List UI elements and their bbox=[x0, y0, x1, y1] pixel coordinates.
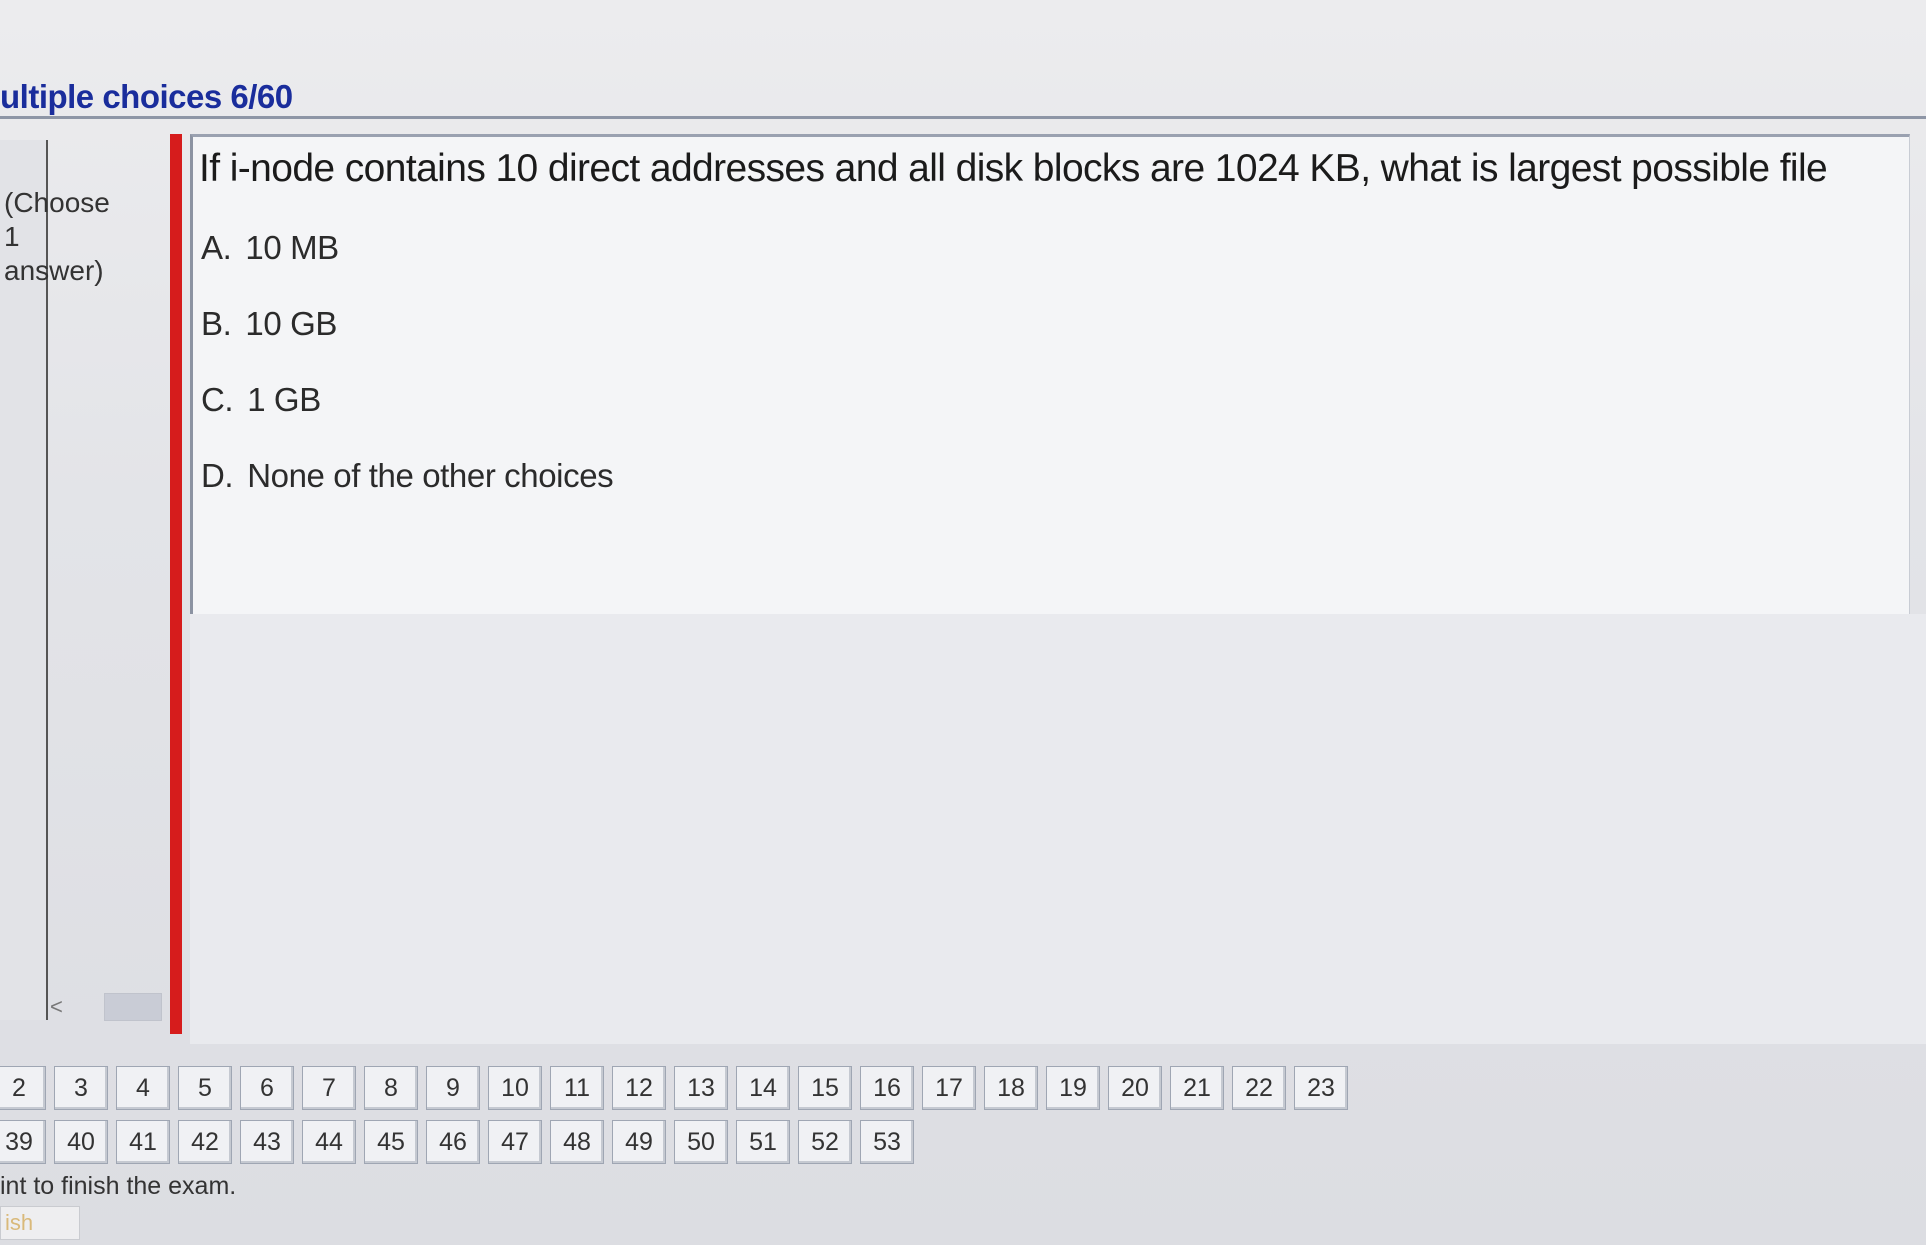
question-nav-button[interactable]: 8 bbox=[364, 1066, 418, 1110]
hint-line-2: 1 bbox=[4, 221, 20, 252]
question-nav-button[interactable]: 5 bbox=[178, 1066, 232, 1110]
question-nav-button[interactable]: 41 bbox=[116, 1120, 170, 1164]
choice-c[interactable]: C. 1 GB bbox=[201, 381, 321, 419]
question-nav-button[interactable]: 40 bbox=[54, 1120, 108, 1164]
choice-label: 10 MB bbox=[245, 229, 339, 266]
choice-letter: D. bbox=[201, 457, 234, 494]
question-nav-button[interactable]: 6 bbox=[240, 1066, 294, 1110]
question-nav-button[interactable]: 52 bbox=[798, 1120, 852, 1164]
title-divider bbox=[0, 116, 1926, 119]
choice-letter: C. bbox=[201, 381, 234, 418]
choice-b[interactable]: B. 10 GB bbox=[201, 305, 337, 343]
question-nav-button[interactable]: 49 bbox=[612, 1120, 666, 1164]
choice-d[interactable]: D. None of the other choices bbox=[201, 457, 614, 495]
scroll-thumb[interactable] bbox=[103, 993, 162, 1021]
question-nav-button[interactable]: 17 bbox=[922, 1066, 976, 1110]
question-nav-button[interactable]: 4 bbox=[116, 1066, 170, 1110]
question-nav-button[interactable]: 12 bbox=[612, 1066, 666, 1110]
content-area bbox=[190, 614, 1926, 1044]
question-nav-button[interactable]: 7 bbox=[302, 1066, 356, 1110]
question-nav-button[interactable]: 15 bbox=[798, 1066, 852, 1110]
question-nav-button[interactable]: 11 bbox=[550, 1066, 604, 1110]
question-nav-button[interactable]: 48 bbox=[550, 1120, 604, 1164]
question-nav-button[interactable]: 19 bbox=[1046, 1066, 1100, 1110]
finish-message: int to finish the exam. bbox=[0, 1172, 237, 1200]
question-nav-button[interactable]: 14 bbox=[736, 1066, 790, 1110]
question-nav-button[interactable]: 45 bbox=[364, 1120, 418, 1164]
question-nav-button[interactable]: 16 bbox=[860, 1066, 914, 1110]
hint-line-3: answer) bbox=[4, 255, 104, 286]
question-nav-button[interactable]: 39 bbox=[0, 1120, 46, 1164]
choice-label: None of the other choices bbox=[247, 457, 614, 494]
hint-line-1: (Choose bbox=[4, 187, 110, 218]
answer-hint: (Choose 1 answer) bbox=[4, 186, 124, 288]
question-nav-button[interactable]: 18 bbox=[984, 1066, 1038, 1110]
question-nav-button[interactable]: 42 bbox=[178, 1120, 232, 1164]
choice-a[interactable]: A. 10 MB bbox=[201, 229, 339, 267]
section-title: ultiple choices 6/60 bbox=[0, 78, 293, 115]
question-nav-button[interactable]: 13 bbox=[674, 1066, 728, 1110]
question-nav-button[interactable]: 21 bbox=[1170, 1066, 1224, 1110]
question-marker-bar bbox=[170, 134, 182, 1034]
question-nav-button[interactable]: 43 bbox=[240, 1120, 294, 1164]
finish-button[interactable]: ish bbox=[0, 1206, 80, 1240]
question-nav-button[interactable]: 20 bbox=[1108, 1066, 1162, 1110]
question-nav-button[interactable]: 3 bbox=[54, 1066, 108, 1110]
question-nav-button[interactable]: 46 bbox=[426, 1120, 480, 1164]
question-nav-button[interactable]: 44 bbox=[302, 1120, 356, 1164]
question-nav-button[interactable]: 53 bbox=[860, 1120, 914, 1164]
choice-label: 1 GB bbox=[247, 381, 321, 418]
scroll-left-icon[interactable]: < bbox=[50, 994, 63, 1020]
question-nav-button[interactable]: 10 bbox=[488, 1066, 542, 1110]
question-nav-button[interactable]: 2 bbox=[0, 1066, 46, 1110]
choice-letter: A. bbox=[201, 229, 232, 266]
question-text: If i-node contains 10 direct addresses a… bbox=[199, 147, 1828, 190]
question-nav-row-2: 39 40 41 42 43 44 45 46 47 48 49 50 51 52 53 bbox=[0, 1120, 914, 1164]
question-nav-button[interactable]: 23 bbox=[1294, 1066, 1348, 1110]
question-panel: If i-node contains 10 direct addresses a… bbox=[190, 134, 1910, 618]
question-nav-button[interactable]: 47 bbox=[488, 1120, 542, 1164]
choice-label: 10 GB bbox=[245, 305, 337, 342]
question-nav-button[interactable]: 50 bbox=[674, 1120, 728, 1164]
question-nav-row-1: 2 3 4 5 6 7 8 9 10 11 12 13 14 15 16 17 18 19 20 21 22 23 bbox=[0, 1066, 1348, 1110]
choice-letter: B. bbox=[201, 305, 232, 342]
question-nav-button[interactable]: 9 bbox=[426, 1066, 480, 1110]
question-nav-button[interactable]: 22 bbox=[1232, 1066, 1286, 1110]
question-nav-button[interactable]: 51 bbox=[736, 1120, 790, 1164]
